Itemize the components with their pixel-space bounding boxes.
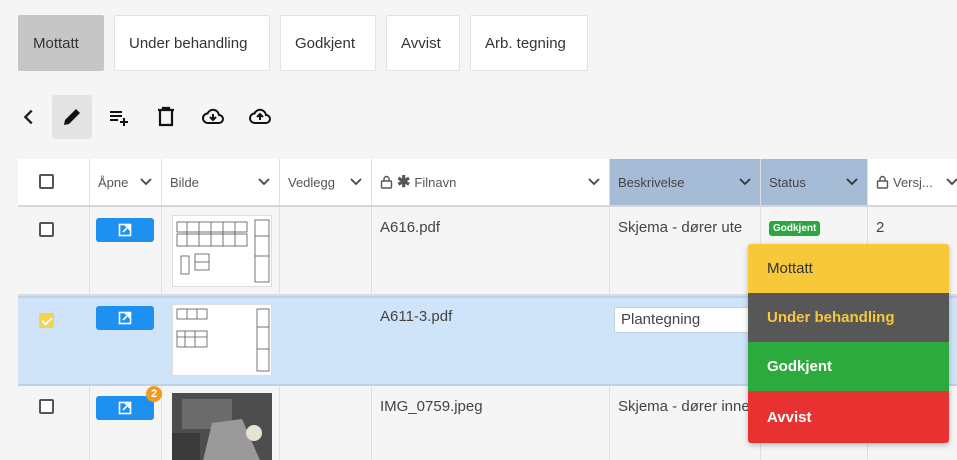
photo-thumbnail[interactable] xyxy=(172,393,272,460)
cloud-upload-icon[interactable] xyxy=(240,95,280,139)
chevron-down-icon[interactable] xyxy=(945,174,957,188)
tab-label: Arb. tegning xyxy=(485,34,566,52)
description-edit-field[interactable]: Plantegning xyxy=(614,307,754,333)
trash-icon[interactable] xyxy=(146,95,186,139)
column-header-attachment[interactable]: Vedlegg xyxy=(280,159,372,205)
open-button[interactable] xyxy=(96,306,154,330)
drawing-thumbnail[interactable] xyxy=(172,215,272,287)
column-header-description[interactable]: Beskrivelse xyxy=(610,159,761,205)
row-select-cell xyxy=(18,207,90,294)
status-option-avvist[interactable]: Avvist xyxy=(748,391,949,443)
image-cell xyxy=(162,207,280,294)
chevron-down-icon[interactable] xyxy=(257,174,271,188)
description-cell[interactable]: Skjema - dører inne xyxy=(610,386,761,460)
open-external-icon xyxy=(118,223,132,237)
open-external-icon xyxy=(118,401,132,415)
chevron-left-icon[interactable] xyxy=(18,95,40,139)
open-cell xyxy=(90,298,162,384)
status-dropdown: Mottatt Under behandling Godkjent Avvist xyxy=(748,244,949,443)
attachment-cell xyxy=(280,207,372,294)
column-header-open[interactable]: Åpne xyxy=(90,159,162,205)
chevron-down-icon[interactable] xyxy=(349,174,363,188)
image-cell xyxy=(162,298,280,384)
tab-arb-tegning[interactable]: Arb. tegning xyxy=(470,15,588,71)
tab-godkjent[interactable]: Godkjent xyxy=(280,15,376,71)
filename-text: IMG_0759.jpeg xyxy=(380,398,483,415)
select-all-checkbox[interactable] xyxy=(39,174,54,189)
chevron-down-icon[interactable] xyxy=(738,174,752,188)
status-option-godkjent[interactable]: Godkjent xyxy=(748,342,949,391)
column-label: Status xyxy=(769,174,806,190)
row-select-cell xyxy=(18,386,90,460)
filename-cell[interactable]: A616.pdf xyxy=(372,207,610,294)
open-button[interactable] xyxy=(96,396,154,420)
column-header-image[interactable]: Bilde xyxy=(162,159,280,205)
lock-icon xyxy=(876,175,889,189)
column-label: Åpne xyxy=(98,174,129,190)
drawing-thumbnail[interactable] xyxy=(172,304,272,376)
open-button[interactable] xyxy=(96,218,154,242)
description-text: Skjema - dører ute xyxy=(618,219,743,236)
column-label: Versj... xyxy=(893,174,933,190)
pencil-icon[interactable] xyxy=(52,95,92,139)
required-asterisk-icon: ✱ xyxy=(397,174,411,191)
count-badge: 2 xyxy=(146,386,162,402)
chevron-down-icon[interactable] xyxy=(587,174,601,188)
grid-header: Åpne Bilde Vedlegg ✱ Filnavn Beskrivelse… xyxy=(18,159,957,207)
filename-text: A616.pdf xyxy=(380,219,441,236)
row-checkbox[interactable] xyxy=(39,222,54,237)
chevron-down-icon[interactable] xyxy=(845,174,859,188)
filename-cell[interactable]: A611-3.pdf xyxy=(372,298,610,384)
toolbar xyxy=(18,95,287,139)
description-text: Skjema - dører inne xyxy=(618,398,750,415)
option-label: Avvist xyxy=(767,408,812,426)
playlist-add-icon[interactable] xyxy=(99,95,139,139)
status-tabs: Mottatt Under behandling Godkjent Avvist… xyxy=(18,15,588,71)
status-option-under-behandling[interactable]: Under behandling xyxy=(748,293,949,342)
tab-avvist[interactable]: Avvist xyxy=(386,15,460,71)
version-text: 2 xyxy=(876,219,885,236)
description-cell-editing[interactable]: Plantegning xyxy=(610,298,761,384)
attachment-cell xyxy=(280,298,372,384)
chevron-down-icon[interactable] xyxy=(139,174,153,188)
cloud-download-icon[interactable] xyxy=(193,95,233,139)
tab-mottatt[interactable]: Mottatt xyxy=(18,15,104,71)
image-cell xyxy=(162,386,280,460)
tab-label: Avvist xyxy=(401,34,441,52)
column-header-version[interactable]: Versj... xyxy=(868,159,957,205)
option-label: Godkjent xyxy=(767,358,833,375)
column-header-status[interactable]: Status xyxy=(761,159,868,205)
filename-cell[interactable]: IMG_0759.jpeg xyxy=(372,386,610,460)
status-badge: Godkjent xyxy=(769,221,821,236)
row-checkbox-checked[interactable] xyxy=(39,313,54,328)
tab-label: Mottatt xyxy=(33,34,79,52)
open-cell xyxy=(90,207,162,294)
column-label: Vedlegg xyxy=(288,174,335,190)
tab-label: Godkjent xyxy=(295,34,356,52)
attachment-cell xyxy=(280,386,372,460)
description-cell[interactable]: Skjema - dører ute xyxy=(610,207,761,294)
row-select-cell xyxy=(18,298,90,384)
filename-text: A611-3.pdf xyxy=(380,308,453,325)
column-label: Bilde xyxy=(170,174,199,190)
status-option-mottatt[interactable]: Mottatt xyxy=(748,244,949,293)
column-label: Beskrivelse xyxy=(618,174,685,190)
column-label: Filnavn xyxy=(414,174,457,190)
select-all-cell xyxy=(18,159,90,205)
tab-under-behandling[interactable]: Under behandling xyxy=(114,15,270,71)
tab-label: Under behandling xyxy=(129,34,248,52)
option-label: Under behandling xyxy=(767,309,895,326)
column-header-filename[interactable]: ✱ Filnavn xyxy=(372,159,610,205)
lock-icon xyxy=(380,175,393,189)
option-label: Mottatt xyxy=(767,260,813,277)
row-checkbox[interactable] xyxy=(39,399,54,414)
open-cell: 2 xyxy=(90,386,162,460)
open-external-icon xyxy=(118,311,132,325)
